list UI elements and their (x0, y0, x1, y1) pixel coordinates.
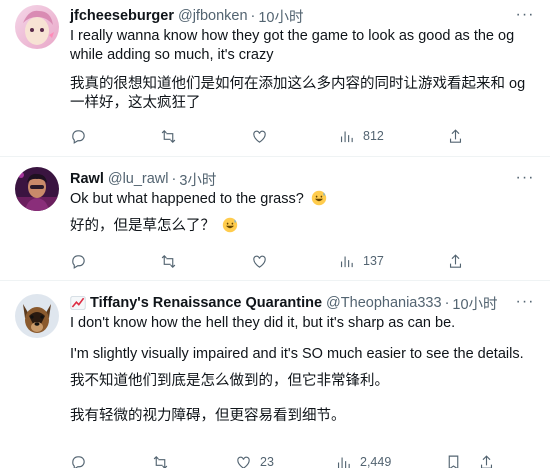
share-icon (480, 454, 493, 468)
tweet-text: I don't know how the hell they did it, b… (70, 314, 536, 426)
share-icon (449, 128, 462, 143)
like-button[interactable] (251, 251, 268, 271)
tweet-2[interactable]: Rawl @lu_rawl · 3小时 ··· Ok but what happ… (0, 157, 550, 281)
avatar-tiffany[interactable] (15, 294, 59, 338)
views-count: 2,449 (360, 455, 392, 468)
views-icon (340, 256, 353, 267)
bookmark-button[interactable] (445, 452, 462, 468)
views-count: 137 (363, 254, 384, 268)
separator-dot: · (171, 171, 177, 187)
views-icon (337, 457, 350, 468)
bookmark-icon (448, 455, 459, 468)
timestamp[interactable]: 3小时 (179, 169, 216, 190)
like-button[interactable] (251, 126, 268, 146)
reply-icon (72, 455, 85, 468)
tweet-actions: 137 (70, 251, 470, 271)
tweet-text-en-2: I'm slightly visually impaired and it's … (70, 346, 524, 362)
like-icon (253, 255, 266, 268)
share-icon (449, 253, 462, 268)
tweet-text-zh-1: 我不知道他们到底是怎么做到的，但它非常锋利。 (70, 373, 389, 389)
user-handle[interactable]: @lu_rawl (108, 171, 169, 187)
share-button[interactable] (478, 452, 495, 468)
timestamp[interactable]: 10小时 (258, 6, 303, 27)
share-button[interactable] (447, 251, 464, 271)
views-button[interactable]: 2,449 (335, 452, 391, 468)
like-button[interactable]: 23 (235, 452, 274, 468)
like-icon (237, 456, 250, 468)
tweet-header: Rawl @lu_rawl · 3小时 (70, 169, 536, 189)
retweet-icon (161, 129, 176, 143)
grinning-sweat-emoji (311, 190, 327, 206)
tweet-text-en: I really wanna know how they got the gam… (70, 28, 515, 63)
chart-emoji (70, 296, 86, 310)
like-icon (253, 130, 266, 143)
more-options-button[interactable]: ··· (514, 293, 536, 311)
tweet-3[interactable]: Tiffany's Renaissance Quarantine @Theoph… (0, 281, 550, 468)
tweet-text-en: Ok but what happened to the grass? (70, 191, 304, 207)
retweet-button[interactable] (152, 452, 169, 468)
separator-dot: · (250, 8, 256, 24)
tweet-actions: 812 (70, 126, 470, 146)
tweet-text-zh-2: 我有轻微的视力障碍，但更容易看到细节。 (70, 408, 346, 424)
user-handle[interactable]: @jfbonken (178, 8, 248, 24)
tweet-text-zh: 好的，但是草怎么了？ (70, 218, 215, 234)
tweet-text: I really wanna know how they got the gam… (70, 27, 536, 113)
views-button[interactable]: 137 (338, 251, 384, 271)
views-count: 812 (363, 129, 384, 143)
tweet-text-zh: 我真的很想知道他们是如何在添加这么多内容的同时让游戏看起来和 og 一样好，这太… (70, 76, 526, 111)
avatar-jfcheeseburger[interactable] (15, 5, 59, 49)
separator-dot: · (444, 295, 450, 311)
display-name[interactable]: jfcheeseburger (70, 8, 174, 24)
reply-button[interactable] (70, 452, 87, 468)
more-options-button[interactable]: ··· (514, 169, 536, 187)
reply-icon (72, 254, 85, 269)
tweet-header: Tiffany's Renaissance Quarantine @Theoph… (70, 293, 536, 313)
user-handle[interactable]: @Theophania333 (326, 295, 442, 311)
tweet-text-en-1: I don't know how the hell they did it, b… (70, 315, 456, 331)
tweet-actions: 23 2,449 (70, 452, 493, 468)
tweet-1[interactable]: jfcheeseburger @jfbonken · 10小时 ··· I re… (0, 0, 550, 157)
like-count: 23 (260, 455, 274, 468)
retweet-button[interactable] (160, 126, 177, 146)
share-button[interactable] (447, 126, 464, 146)
tweet-line-en: Ok but what happened to the grass? (70, 190, 536, 209)
retweet-icon (161, 254, 176, 268)
tweet-header: jfcheeseburger @jfbonken · 10小时 (70, 6, 536, 26)
grinning-sweat-emoji (222, 217, 238, 233)
more-options-button[interactable]: ··· (514, 6, 536, 24)
display-name[interactable]: Rawl (70, 171, 104, 187)
timestamp[interactable]: 10小时 (452, 293, 497, 314)
retweet-icon (153, 455, 168, 468)
reply-button[interactable] (70, 126, 87, 146)
reply-icon (72, 129, 85, 144)
tweet-line-zh: 好的，但是草怎么了？ (70, 217, 536, 236)
reply-button[interactable] (70, 251, 87, 271)
tweet-text: Ok but what happened to the grass? 好的，但是… (70, 190, 536, 236)
avatar-rawl[interactable] (15, 167, 59, 211)
retweet-button[interactable] (160, 251, 177, 271)
display-name[interactable]: Tiffany's Renaissance Quarantine (90, 295, 322, 311)
views-button[interactable]: 812 (338, 126, 384, 146)
views-icon (340, 131, 353, 142)
